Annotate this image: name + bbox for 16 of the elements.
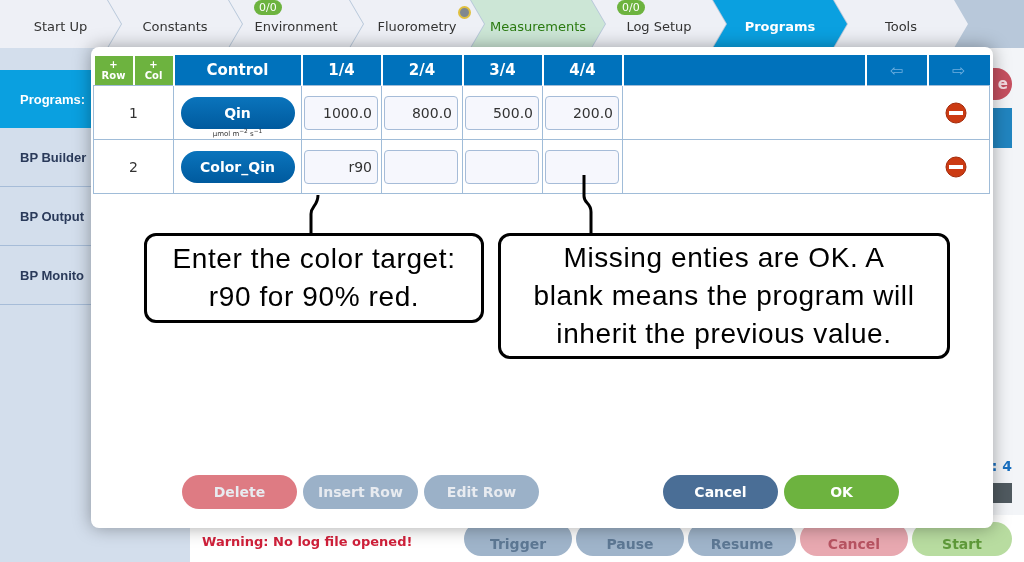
count-badge: 0/0 (617, 0, 645, 15)
row-number: 2 (93, 139, 174, 194)
callout-text: blank means the program will (533, 279, 915, 313)
column-header: 1/4 (301, 55, 382, 86)
count-badge: 0/0 (254, 0, 282, 15)
column-header: Control (173, 55, 302, 86)
column-header: 2/4 (381, 55, 463, 86)
callout-text: Missing enties are OK. A (563, 241, 885, 275)
column-header: 3/4 (462, 55, 543, 86)
callout-text: r90 for 90% red. (208, 280, 420, 314)
callout-text: Enter the color target: (172, 242, 456, 276)
counter-text: : 4 (991, 458, 1012, 474)
row-number: 1 (93, 85, 174, 140)
warning-text: Warning: No log file opened! (202, 533, 414, 549)
column-header: 4/4 (542, 55, 623, 86)
callout-text: inherit the previous value. (556, 317, 892, 351)
